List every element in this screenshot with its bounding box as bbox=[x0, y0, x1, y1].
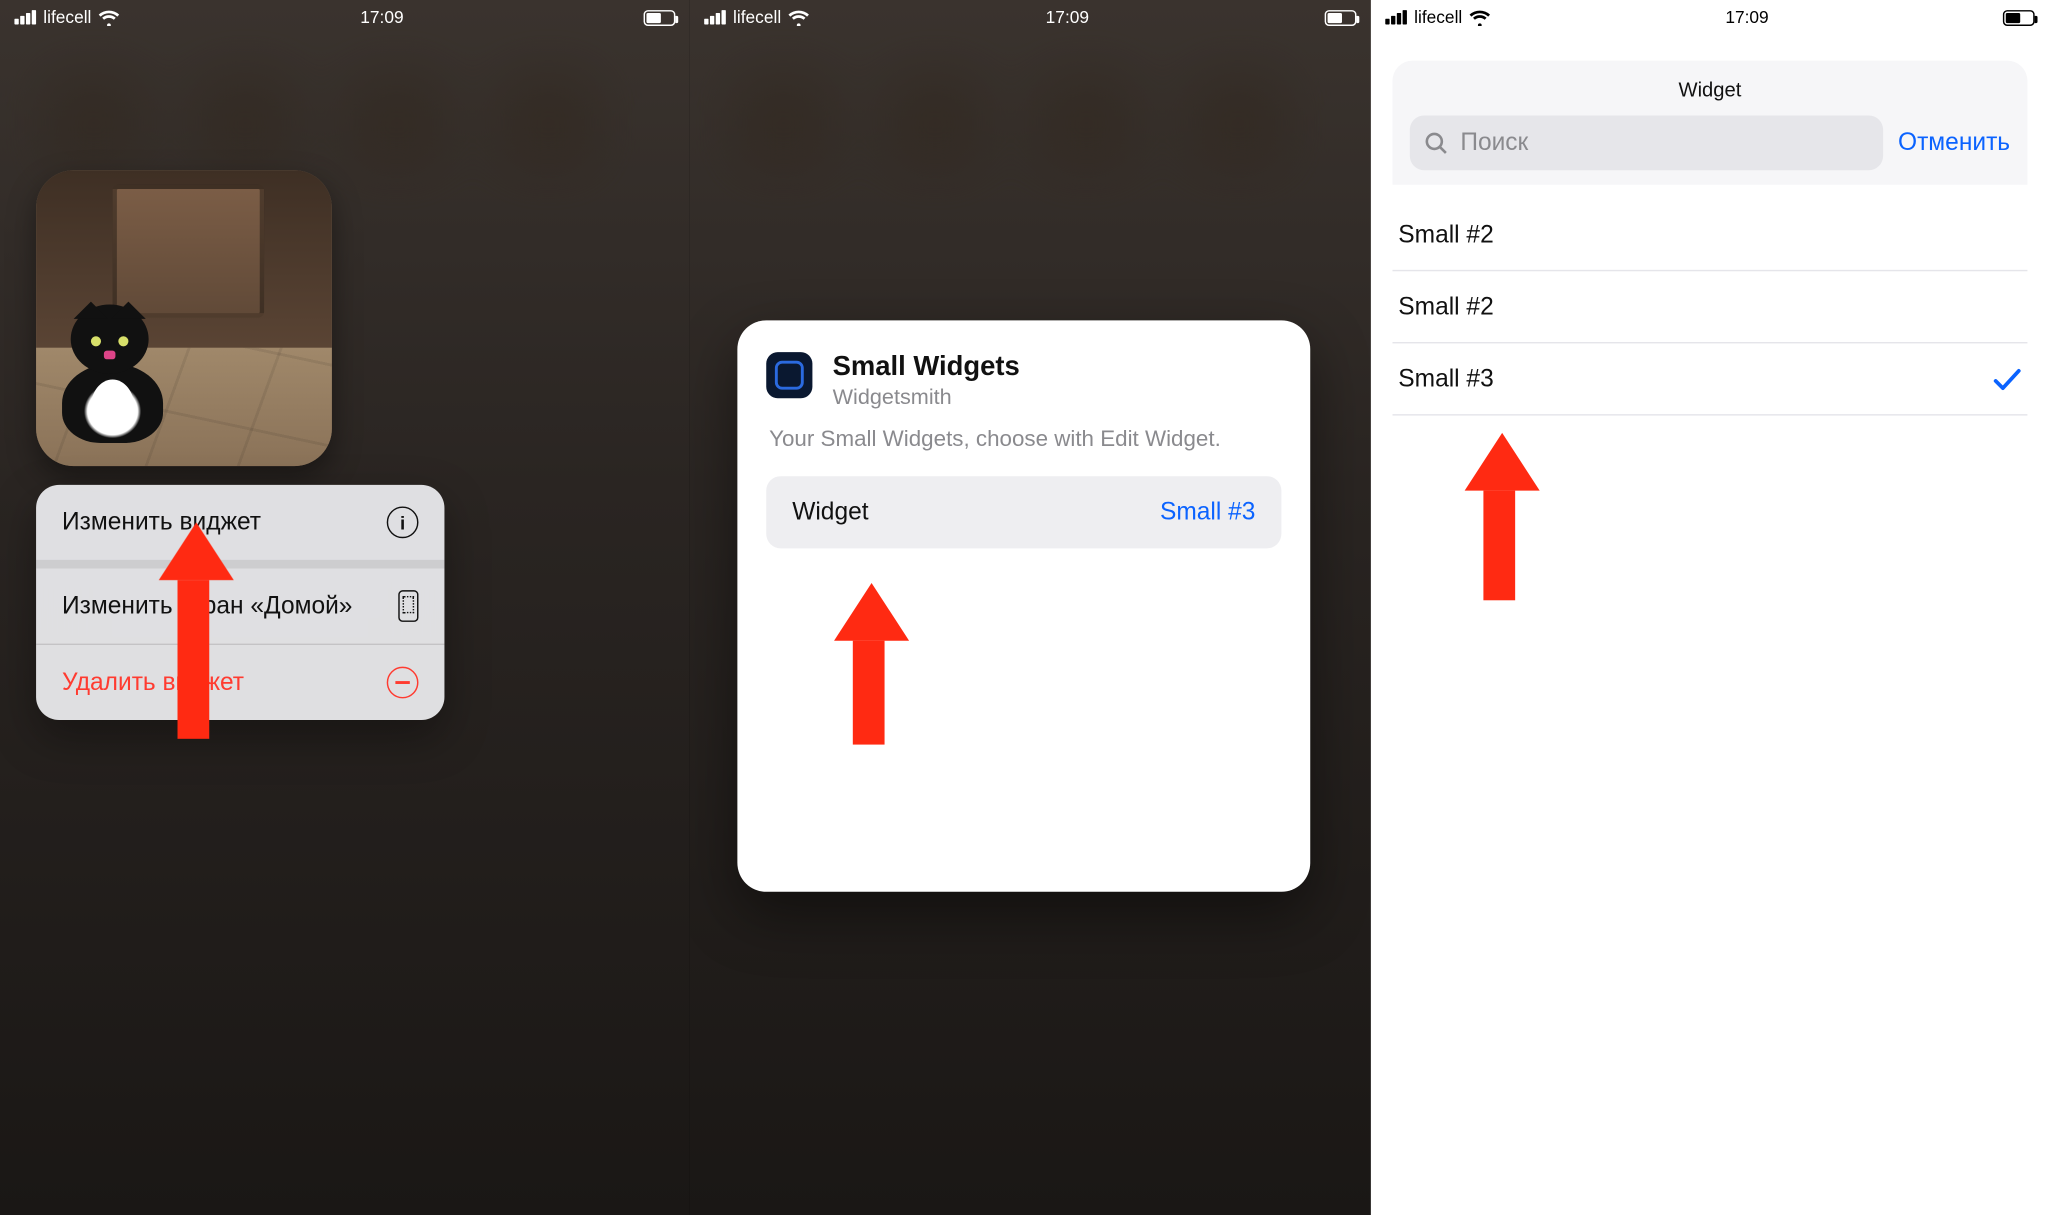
clock: 17:09 bbox=[1725, 7, 1768, 27]
red-arrow-annotation bbox=[159, 522, 228, 738]
param-value: Small #3 bbox=[1160, 498, 1255, 527]
wifi-icon bbox=[788, 9, 810, 25]
battery-icon bbox=[2003, 9, 2035, 25]
status-bar: lifecell 17:09 bbox=[0, 0, 690, 32]
signal-icon bbox=[1385, 10, 1407, 24]
battery-icon bbox=[644, 9, 676, 25]
cancel-button[interactable]: Отменить bbox=[1898, 128, 2010, 157]
clock: 17:09 bbox=[360, 7, 403, 27]
status-bar: lifecell 17:09 bbox=[690, 0, 1371, 32]
carrier-label: lifecell bbox=[1414, 7, 1462, 27]
search-icon bbox=[1424, 131, 1449, 156]
delete-widget-item[interactable]: Удалить виджет bbox=[36, 644, 444, 720]
param-key: Widget bbox=[792, 498, 868, 527]
status-bar: lifecell 17:09 bbox=[1371, 0, 2048, 32]
widget-option[interactable]: Small #2 bbox=[1392, 271, 2027, 343]
search-placeholder: Поиск bbox=[1460, 128, 1528, 157]
option-label: Small #2 bbox=[1398, 221, 1493, 250]
widget-option[interactable]: Small #3 bbox=[1392, 343, 2027, 415]
card-title: Small Widgets bbox=[833, 352, 1020, 384]
widget-param-row[interactable]: Widget Small #3 bbox=[766, 476, 1281, 548]
option-label: Small #3 bbox=[1398, 365, 1493, 394]
red-arrow-annotation bbox=[1465, 433, 1534, 600]
screenshot-3: lifecell 17:09 Widget Поиск Отменить Sma… bbox=[1371, 0, 2048, 1215]
card-description: Your Small Widgets, choose with Edit Wid… bbox=[769, 427, 1278, 453]
card-subtitle: Widgetsmith bbox=[833, 385, 1020, 410]
context-menu: Изменить виджет i Изменить экран «Домой»… bbox=[36, 485, 444, 720]
signal-icon bbox=[14, 10, 36, 24]
photo-widget[interactable] bbox=[36, 170, 332, 466]
carrier-label: lifecell bbox=[43, 7, 91, 27]
menu-label: Изменить экран «Домой» bbox=[62, 591, 398, 622]
screenshot-1: lifecell 17:09 Изменить виджет i Изменит… bbox=[0, 0, 690, 1215]
clock: 17:09 bbox=[1046, 7, 1089, 27]
widget-option[interactable]: Small #2 bbox=[1392, 199, 2027, 271]
apps-icon bbox=[398, 590, 418, 622]
signal-icon bbox=[704, 10, 726, 24]
widgetsmith-app-icon bbox=[766, 352, 812, 398]
picker-title: Widget bbox=[1410, 78, 2010, 101]
wifi-icon bbox=[1469, 9, 1491, 25]
remove-icon bbox=[387, 667, 419, 699]
option-list: Small #2 Small #2 Small #3 bbox=[1392, 199, 2027, 1215]
wifi-icon bbox=[99, 9, 121, 25]
battery-icon bbox=[1325, 9, 1357, 25]
option-label: Small #2 bbox=[1398, 293, 1493, 322]
kitten-photo bbox=[36, 170, 332, 466]
checkmark-icon bbox=[1993, 368, 2022, 391]
edit-home-item[interactable]: Изменить экран «Домой» bbox=[36, 560, 444, 644]
edit-widget-item[interactable]: Изменить виджет i bbox=[36, 485, 444, 560]
picker-header: Widget Поиск Отменить bbox=[1392, 61, 2027, 185]
widget-config-card: Small Widgets Widgetsmith Your Small Wid… bbox=[737, 320, 1310, 891]
red-arrow-annotation bbox=[834, 583, 903, 745]
screenshot-2: lifecell 17:09 Small Widgets Widgetsmith… bbox=[690, 0, 1371, 1215]
info-icon: i bbox=[387, 506, 419, 538]
search-input[interactable]: Поиск bbox=[1410, 115, 1884, 170]
carrier-label: lifecell bbox=[733, 7, 781, 27]
